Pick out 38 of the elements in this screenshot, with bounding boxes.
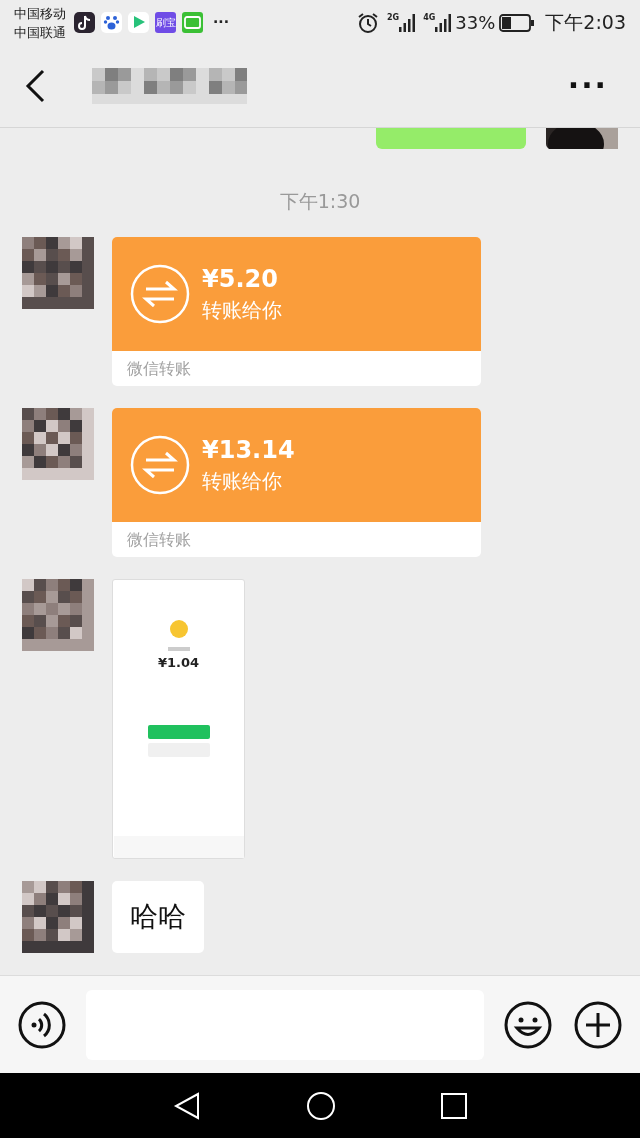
network-type: 2G	[387, 13, 400, 22]
transfer-note: 转账给你	[202, 468, 283, 495]
tv-icon	[182, 12, 203, 33]
back-nav-icon[interactable]	[172, 1090, 202, 1121]
transfer-label: 微信转账	[126, 529, 192, 551]
back-icon[interactable]	[24, 69, 46, 103]
carrier-name: 中国移动	[14, 4, 66, 23]
balance-amount: ¥1.04	[157, 654, 200, 672]
chat-bubble: 哈哈	[112, 881, 204, 953]
transfer-note: 转账给你	[202, 297, 282, 324]
transfer-label: 微信转账	[126, 358, 192, 380]
app-icon: 刷宝	[155, 12, 176, 33]
alarm-icon	[357, 11, 380, 34]
battery-icon	[499, 13, 536, 32]
timestamp: 下午1:30	[279, 188, 361, 214]
music-note-icon	[74, 12, 95, 33]
emoji-icon[interactable]	[504, 1000, 552, 1049]
plus-icon[interactable]	[574, 1000, 622, 1049]
signal-icon	[399, 13, 416, 32]
battery-percent: 33%	[455, 11, 496, 35]
transfer-amount: ¥13.14	[202, 435, 295, 466]
more-menu-button[interactable]: ···	[567, 71, 608, 101]
play-icon	[128, 12, 149, 33]
voice-icon[interactable]	[18, 1000, 66, 1049]
network-type: 4G	[423, 13, 436, 22]
transfer-icon	[130, 435, 190, 495]
signal-icon	[435, 13, 452, 32]
transfer-icon	[130, 264, 190, 324]
home-nav-icon[interactable]	[306, 1090, 336, 1121]
primary-button-shape	[147, 724, 210, 739]
more-notifications: ···	[213, 13, 229, 32]
screenshot-image[interactable]: ¥1.04	[112, 579, 245, 859]
recents-nav-icon[interactable]	[440, 1091, 468, 1120]
coin-icon	[169, 620, 188, 638]
transfer-amount: ¥5.20	[202, 264, 279, 295]
paw-icon	[101, 12, 122, 33]
carrier-name: 中国联通	[14, 23, 66, 42]
status-time: 下午2:03	[545, 10, 626, 36]
